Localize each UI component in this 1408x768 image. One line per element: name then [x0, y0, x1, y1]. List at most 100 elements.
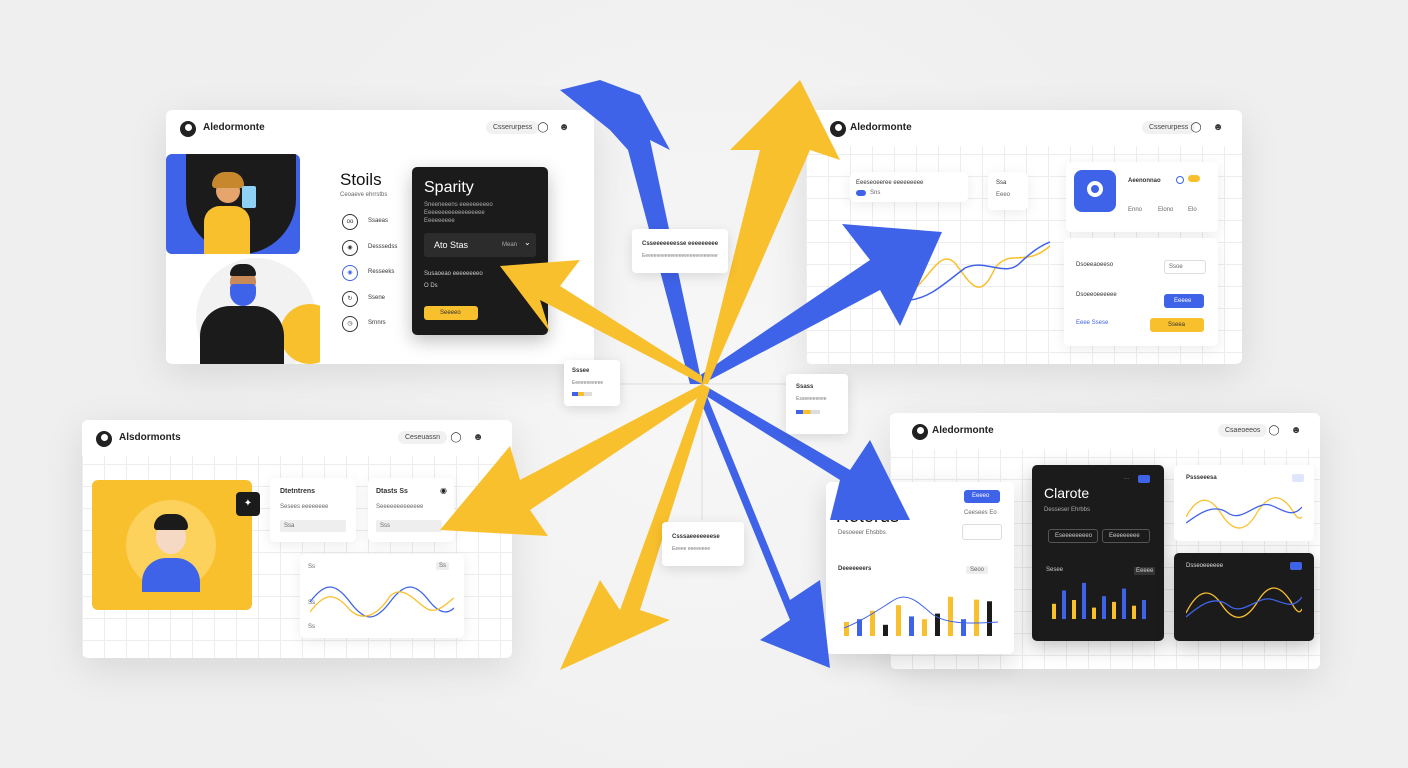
wave-dark-badge	[1290, 562, 1302, 570]
app-logo	[912, 424, 928, 440]
chart-bar	[1072, 600, 1076, 619]
returns-button[interactable]: Eeeeo	[964, 490, 1000, 503]
toggle-options[interactable]: O Ds	[424, 283, 438, 289]
chart-bar	[883, 624, 888, 636]
hero-image-blue	[166, 154, 300, 254]
feature-card: Aeenonnao Enno Elono Elo	[1066, 162, 1218, 232]
returns-chip[interactable]: Ceesees Eo	[964, 510, 997, 516]
tag-badge	[1138, 475, 1150, 483]
feature-tab[interactable]: Enno	[1128, 207, 1142, 213]
submit-button[interactable]: Sseea	[1150, 318, 1204, 332]
wave-card-badge	[1292, 474, 1304, 482]
callout-text: Eeeee eeeeeeee	[672, 546, 711, 552]
chart-bar	[844, 622, 849, 636]
list-item[interactable]: Ssene	[368, 295, 385, 301]
list-item[interactable]: Srnnrs	[368, 320, 386, 326]
feature-tab[interactable]: Elo	[1188, 207, 1197, 213]
apply-button[interactable]: Eeeee	[1164, 294, 1204, 308]
card-title: Clarote	[1044, 485, 1090, 501]
feature-title: Aeenonnao	[1128, 178, 1161, 184]
settings-icon: ◉	[342, 240, 358, 256]
user-icon[interactable]: ◯	[450, 432, 462, 444]
chart-bar	[896, 605, 901, 636]
callout-title: Ssass	[796, 384, 814, 390]
top-bar: Aledormonte Csaeoeeos ◯ ☻	[890, 413, 1320, 449]
toggle-switch[interactable]	[856, 190, 866, 196]
settings-select[interactable]: Ato Stas Mean ⌄	[424, 233, 536, 257]
returns-subtitle: Desoeeer Ehsbbs	[838, 530, 886, 536]
select-label: Ato Stas	[434, 240, 469, 250]
card-subtitle-2: Eeeeeeeeeeeeeeeeee	[424, 210, 485, 216]
chart-bar	[987, 601, 992, 636]
chart-bar	[1102, 596, 1106, 619]
returns-chip-box[interactable]	[962, 524, 1002, 540]
mini-stat-value: Sns	[870, 190, 881, 196]
panel-profile-stats: Alsdormonts Ceseuassn ◯ ☻ ✦ Dtetntrens S…	[82, 420, 512, 658]
callout-bubble: Ssass Esseeeeeeee	[786, 374, 848, 434]
account-icon[interactable]: ☻	[472, 432, 484, 444]
search-pill[interactable]: Ceseuassn	[398, 431, 448, 444]
chart-bar	[1052, 603, 1056, 619]
clock-icon: ◷	[342, 316, 358, 332]
stat-card: Dtetntrens Sesees eeeeeeee Ssa	[270, 478, 356, 542]
secondary-button[interactable]: Eeeeeeeee	[1102, 529, 1150, 543]
user-icon[interactable]: ◯	[1268, 425, 1280, 437]
form-select-value: Ssoe	[1169, 264, 1183, 270]
hero-image-man	[186, 258, 320, 364]
list-item[interactable]: Desssedss	[368, 244, 397, 250]
form-label-2: Dsoeeoeeeeee	[1076, 292, 1117, 298]
returns-bar-chart	[843, 596, 999, 636]
account-icon[interactable]: ☻	[1212, 122, 1224, 134]
search-pill[interactable]: Csserurpess	[486, 121, 540, 134]
chart-title: Sesee	[1046, 567, 1064, 573]
refresh-icon[interactable]: ◉	[440, 486, 447, 495]
mini-card-value: Eeeo	[996, 192, 1011, 198]
callout-bubble: Sssee Eeeeeeeeeee	[564, 360, 620, 406]
chart-bar	[1112, 601, 1116, 619]
mini-stat-card: Eeeseoeeree eeeeeeeee Sns	[850, 172, 968, 202]
feature-tab[interactable]: Elono	[1158, 207, 1173, 213]
stat-card-sub: Seeeeeeeeeeeee	[376, 504, 424, 510]
search-pill[interactable]: Csserurpess	[1142, 121, 1196, 134]
wave-dark-card: Dsseoeeeeee	[1174, 553, 1314, 641]
brand-name: Alsdormonts	[119, 432, 181, 443]
toggle-blue[interactable]	[1176, 176, 1184, 184]
wave-light-card: Pssseeesa	[1174, 465, 1314, 541]
callout-dots	[572, 392, 592, 396]
callout-bubble: Csssaeeeeeeese Eeeee eeeeeeee	[662, 522, 744, 566]
section-heading: Stoils	[340, 170, 382, 189]
list-item[interactable]: Resseeks	[368, 269, 394, 275]
brand-name: Aledormonte	[203, 122, 265, 133]
chart-label: Ss	[308, 564, 316, 570]
search-pill[interactable]: Csaeoeeos	[1218, 424, 1268, 437]
app-logo	[180, 121, 196, 137]
list-item[interactable]: Ssaeas	[368, 218, 388, 224]
mini-card-2: Ssa Eeeo	[988, 172, 1028, 210]
returns-title: Retorus	[836, 506, 900, 526]
bulb-icon	[1074, 170, 1116, 212]
account-icon[interactable]: ☻	[1290, 425, 1302, 437]
analytics-line-chart	[910, 241, 1050, 301]
save-button-label: Seeeeo	[440, 310, 461, 316]
form-select[interactable]: Ssoe	[1164, 260, 1206, 274]
chart-bar	[948, 596, 953, 636]
secondary-button[interactable]: Eseeeeeeeeo	[1048, 529, 1098, 543]
user-icon[interactable]: ◯	[537, 122, 549, 134]
chart-bar	[1062, 590, 1066, 619]
select-value: Mean	[502, 242, 518, 248]
callout-dots	[796, 410, 820, 414]
account-icon[interactable]: ☻	[558, 122, 570, 134]
wave-chart	[310, 586, 454, 618]
toggle-yellow[interactable]	[1188, 175, 1200, 182]
callout-title: Sssee	[572, 368, 590, 374]
user-icon[interactable]: ◯	[1190, 122, 1202, 134]
sparkle-icon[interactable]: ✦	[236, 492, 260, 516]
stat-field[interactable]: Ssa	[280, 520, 346, 532]
chart-bar	[1092, 607, 1096, 619]
save-button[interactable]: Seeeeo	[424, 306, 478, 320]
stat-field[interactable]: Sss	[376, 520, 442, 532]
options-dots[interactable]: ...	[1124, 475, 1129, 481]
secondary-button-label: Eeeeeeeee	[1109, 533, 1140, 539]
stat-card-title: Dtasts Ss	[376, 488, 408, 495]
wave-chart-card: Ss Ss Ss Ss	[300, 554, 464, 638]
